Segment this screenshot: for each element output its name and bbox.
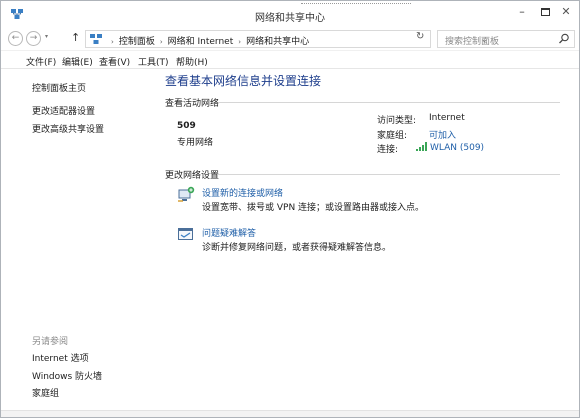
breadcrumb-separator[interactable]: ›: [238, 38, 241, 46]
task-troubleshoot-description: 诊断并修复网络问题，或者获得疑难解答信息。: [202, 243, 392, 253]
section-divider: [218, 102, 560, 103]
forward-button[interactable]: →: [26, 31, 41, 46]
sidebar-item-control-panel-home[interactable]: 控制面板主页: [32, 81, 86, 94]
search-placeholder: 搜索控制面板: [445, 37, 500, 47]
network-sharing-center-window: 网络和共享中心 – ✕ ← → ▾ ↑ › 控制面板 › 网络和 Internet › 网…: [0, 0, 580, 418]
see-also-heading: 另请参阅: [32, 337, 69, 347]
breadcrumb-control-panel[interactable]: 控制面板: [119, 37, 155, 47]
homegroup-link[interactable]: 可加入: [429, 128, 456, 141]
sidebar-item-change-advanced-sharing[interactable]: 更改高级共享设置: [32, 122, 104, 135]
homegroup-label: 家庭组:: [377, 131, 408, 141]
network-name: 509: [177, 121, 196, 131]
new-connection-icon: [178, 186, 195, 202]
search-input[interactable]: 搜索控制面板: [437, 30, 575, 48]
breadcrumb-separator: ›: [111, 38, 114, 46]
main-content: 查看基本网络信息并设置连接 查看活动网络 509 专用网络 访问类型: Inte…: [164, 69, 574, 409]
up-button[interactable]: ↑: [71, 31, 80, 44]
task-new-connection-description: 设置宽带、拨号或 VPN 连接；或设置路由器或接入点。: [202, 203, 425, 213]
close-button[interactable]: ✕: [553, 1, 579, 23]
sidebar-item-change-adapter-settings[interactable]: 更改适配器设置: [32, 104, 95, 117]
wlan-connection-label: WLAN (509): [430, 143, 485, 153]
wifi-signal-icon: [416, 142, 427, 151]
wlan-connection-link[interactable]: WLAN (509): [416, 142, 484, 153]
breadcrumb-network-internet[interactable]: 网络和 Internet: [168, 37, 234, 47]
menu-file[interactable]: 文件(F): [26, 55, 56, 68]
see-also-internet-options[interactable]: Internet 选项: [32, 351, 89, 364]
minimize-button[interactable]: –: [510, 1, 534, 23]
active-networks-heading: 查看活动网络: [165, 99, 220, 109]
title-bar: 网络和共享中心 – ✕: [1, 1, 579, 28]
left-pane: 控制面板主页 更改适配器设置 更改高级共享设置 另请参阅 Internet 选项…: [1, 69, 160, 409]
breadcrumb-network-sharing-center[interactable]: 网络和共享中心: [246, 37, 309, 47]
breadcrumb-separator[interactable]: ›: [160, 38, 163, 46]
menu-help[interactable]: 帮助(H): [176, 55, 208, 68]
page-title: 查看基本网络信息并设置连接: [165, 74, 322, 88]
task-new-connection-title[interactable]: 设置新的连接或网络: [202, 186, 283, 199]
menu-bar: 文件(F) 编辑(E) 查看(V) 工具(T) 帮助(H): [1, 50, 579, 69]
see-also-homegroup[interactable]: 家庭组: [32, 386, 59, 399]
back-button[interactable]: ←: [8, 31, 23, 46]
menu-tools[interactable]: 工具(T): [138, 55, 169, 68]
status-bar: [1, 410, 579, 417]
network-type: 专用网络: [177, 138, 214, 148]
menu-edit[interactable]: 编辑(E): [62, 55, 93, 68]
breadcrumb-path: › 控制面板 › 网络和 Internet › 网络和共享中心: [106, 34, 309, 47]
change-settings-heading: 更改网络设置: [165, 171, 220, 181]
address-bar: ← → ▾ ↑ › 控制面板 › 网络和 Internet › 网络和共享中心 ⌄ ↻ 搜…: [1, 28, 579, 50]
menu-view[interactable]: 查看(V): [99, 55, 130, 68]
focus-dotted-line: [301, 3, 411, 4]
refresh-button[interactable]: ↻: [416, 31, 424, 42]
task-troubleshoot-title[interactable]: 问题疑难解答: [202, 226, 256, 239]
task-new-connection[interactable]: 设置新的连接或网络 设置宽带、拨号或 VPN 连接；或设置路由器或接入点。: [177, 186, 477, 216]
see-also-windows-firewall[interactable]: Windows 防火墙: [32, 369, 102, 382]
maximize-icon: [540, 8, 550, 16]
recent-locations-dropdown[interactable]: ▾: [45, 33, 48, 40]
section-divider: [218, 174, 560, 175]
access-type-label: 访问类型:: [377, 116, 417, 126]
search-icon[interactable]: [558, 32, 570, 46]
troubleshoot-icon: [178, 228, 193, 240]
control-panel-icon: [90, 34, 102, 44]
task-troubleshoot[interactable]: 问题疑难解答 诊断并修复网络问题，或者获得疑难解答信息。: [177, 226, 477, 256]
breadcrumb[interactable]: › 控制面板 › 网络和 Internet › 网络和共享中心 ⌄: [85, 30, 488, 48]
connections-label: 连接:: [377, 145, 399, 155]
window-title: 网络和共享中心: [255, 13, 325, 24]
access-type-value: Internet: [429, 113, 465, 123]
